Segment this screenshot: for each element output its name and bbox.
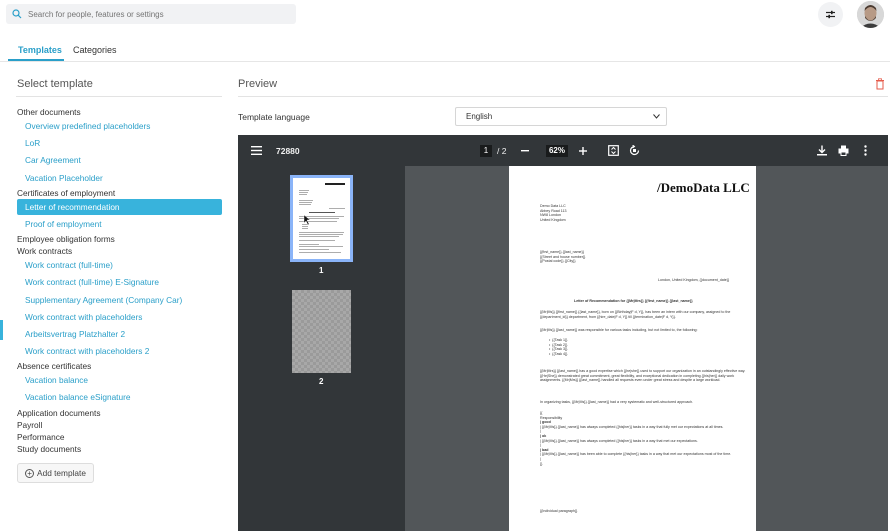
zoom-out-icon[interactable] xyxy=(521,150,529,152)
trash-icon[interactable] xyxy=(875,78,885,90)
page-total: / 2 xyxy=(497,146,507,156)
sliders-icon xyxy=(826,10,835,19)
template-language-select[interactable]: English xyxy=(455,107,667,126)
category-heading: Work contracts xyxy=(17,246,73,257)
template-language-value: English xyxy=(466,112,493,121)
more-options-icon[interactable] xyxy=(864,145,867,156)
download-icon[interactable] xyxy=(817,145,827,156)
template-item[interactable]: Vacation balance xyxy=(17,372,222,389)
letter-paragraph-4: In organizing tasks, {{Mr|Ms}} {{last_na… xyxy=(540,400,694,404)
document-name: 72880 xyxy=(276,146,300,156)
pdf-page: /DemoData LLC Demo Data LLC Abbey Road 11… xyxy=(509,166,756,531)
user-avatar[interactable] xyxy=(857,1,884,28)
edge-indicator xyxy=(0,320,3,340)
rotate-icon[interactable] xyxy=(629,145,640,156)
divider xyxy=(238,96,888,97)
preview-heading: Preview xyxy=(238,78,278,90)
print-icon[interactable] xyxy=(838,145,849,156)
chevron-down-icon xyxy=(653,114,660,119)
tab-bar: Templates Categories xyxy=(0,40,890,62)
fit-page-icon[interactable] xyxy=(608,145,619,156)
avatar-image xyxy=(857,1,884,28)
template-item[interactable]: Work contract (full-time) xyxy=(17,257,222,274)
template-item[interactable]: LoR xyxy=(17,135,222,152)
menu-icon[interactable] xyxy=(251,146,262,155)
category-heading: Performance xyxy=(17,431,65,442)
page-thumbnail-1[interactable] xyxy=(290,175,353,262)
zoom-level-input[interactable]: 62% xyxy=(546,145,568,157)
template-item[interactable]: Vacation Placeholder xyxy=(17,170,222,187)
pdf-viewer: 72880 1 / 2 62% 1 2 /DemoData LLC Demo D… xyxy=(238,135,888,531)
category-heading: Other documents xyxy=(17,107,81,117)
letter-paragraph-3: {{Mr|Mrs}} {{last_name}} has a good expe… xyxy=(540,369,746,383)
category-heading: Payroll xyxy=(17,419,43,430)
zoom-in-icon[interactable] xyxy=(579,147,587,155)
task-list: • {{Task 1}} • {{Task 2}} • {{Task 3}} •… xyxy=(549,338,568,356)
search-icon xyxy=(12,9,22,19)
template-item[interactable]: Overview predefined placeholders xyxy=(17,118,222,135)
place-date: London, United Kingdom, {{document_date}… xyxy=(658,278,730,282)
template-item[interactable]: Supplementary Agreement (Company Car) xyxy=(17,292,222,309)
global-search[interactable] xyxy=(6,4,296,24)
page-thumbnail-2[interactable] xyxy=(292,290,351,373)
letter-paragraph-6: {{Individual paragraph}} xyxy=(540,509,578,513)
thumbnail-label-1: 1 xyxy=(319,266,324,275)
template-item[interactable]: Car Agreement xyxy=(17,152,222,169)
tab-templates[interactable]: Templates xyxy=(18,45,62,55)
thumbnail-sidebar: 1 2 xyxy=(238,166,405,531)
plus-circle-icon: + xyxy=(25,468,35,478)
tab-categories[interactable]: Categories xyxy=(73,45,117,55)
category-heading: Application documents xyxy=(17,407,101,418)
active-tab-indicator xyxy=(8,59,64,61)
divider xyxy=(16,96,222,97)
template-language-label: Template language xyxy=(238,112,310,122)
category-heading: Absence certificates xyxy=(17,361,92,372)
category-heading: Study documents xyxy=(17,443,82,454)
thumbnail-preview xyxy=(299,183,345,253)
template-tree: Other documents Overview predefined place… xyxy=(17,106,222,455)
page-number-input[interactable]: 1 xyxy=(480,145,492,157)
add-template-label: Add template xyxy=(37,468,86,478)
select-template-heading: Select template xyxy=(17,78,93,90)
category-heading: Certificates of employment xyxy=(17,187,116,198)
template-item[interactable]: Proof of employment xyxy=(17,216,222,233)
top-bar xyxy=(0,0,890,32)
template-item[interactable]: Arbeitsvertrag Platzhalter 2 xyxy=(17,326,222,343)
template-item[interactable]: Letter of recommendation xyxy=(17,199,222,216)
search-input[interactable] xyxy=(28,9,278,19)
pdf-toolbar: 72880 1 / 2 62% xyxy=(238,135,888,166)
add-template-button[interactable]: + Add template xyxy=(17,463,94,483)
template-list-panel: Select template Other documents Overview … xyxy=(0,62,232,531)
company-logo: /DemoData LLC xyxy=(657,180,750,195)
template-item[interactable]: Work contract with placeholders 2 xyxy=(17,343,222,360)
recipient-address: {{first_name}} {{last_name}} {{Street and… xyxy=(540,250,586,264)
template-item[interactable]: Vacation balance eSignature xyxy=(17,389,222,406)
sender-address: Demo Data LLC Abbey Road 113 NW8 London Uni… xyxy=(540,204,567,222)
template-item[interactable]: Work contract (full-time) E-Signature xyxy=(17,274,222,291)
letter-subject: Letter of Recommendation for {{Mr|Mrs}} … xyxy=(574,299,693,303)
template-item[interactable]: Work contract with placeholders xyxy=(17,309,222,326)
category-heading: Employee obligation forms xyxy=(17,234,115,245)
filter-button[interactable] xyxy=(818,2,843,27)
letter-paragraph-1: {{Mr|Ms}} {{first_name}} {{last_name}}, … xyxy=(540,310,731,319)
thumbnail-label-2: 2 xyxy=(319,377,324,386)
letter-paragraph-5: {{Responsibility | good | {{Mr|Ms}} {{last… xyxy=(540,411,732,466)
preview-panel: Preview Template language English 72880 … xyxy=(238,62,890,531)
letter-paragraph-2: {{Mr|Ms}} {{last_name}} was responsible … xyxy=(540,328,698,332)
